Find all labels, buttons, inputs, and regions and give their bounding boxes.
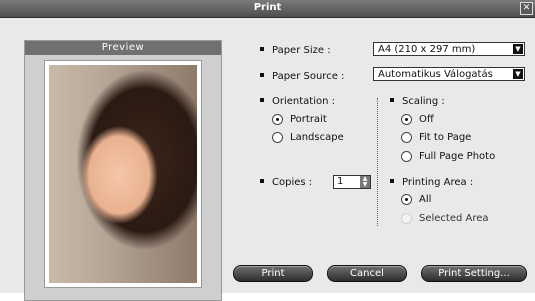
- copies-value: 1: [337, 176, 344, 187]
- bullet-icon: [260, 47, 264, 51]
- print-setting-button[interactable]: Print Setting...: [421, 265, 527, 282]
- bullet-icon: [260, 73, 264, 77]
- bullet-icon: [260, 98, 264, 102]
- title-bar: Print ✕: [0, 0, 535, 18]
- chevron-down-icon[interactable]: ▼: [513, 44, 523, 54]
- close-icon[interactable]: ✕: [520, 2, 533, 15]
- preview-photo: [49, 65, 197, 283]
- bullet-icon: [390, 98, 394, 102]
- preview-header: Preview: [25, 41, 221, 55]
- radio-button[interactable]: [401, 213, 412, 224]
- print-dialog: Print ✕ Preview Paper Size : A4 (210 x 2…: [0, 0, 535, 301]
- preview-page: [44, 60, 202, 288]
- printing-area-label: Printing Area :: [390, 177, 473, 188]
- radio-button[interactable]: [401, 114, 412, 125]
- radio-button[interactable]: [401, 132, 412, 143]
- paper-size-label: Paper Size :: [260, 45, 331, 56]
- paper-size-select[interactable]: A4 (210 x 297 mm) ▼: [373, 42, 525, 56]
- radio-button[interactable]: [272, 114, 283, 125]
- radio-button[interactable]: [401, 151, 412, 162]
- cancel-button[interactable]: Cancel: [327, 265, 407, 282]
- preview-panel: Preview: [24, 40, 222, 301]
- print-button[interactable]: Print: [233, 265, 313, 282]
- dialog-body: Preview Paper Size : A4 (210 x 297 mm) ▼…: [0, 18, 535, 301]
- radio-button[interactable]: [272, 132, 283, 143]
- paper-source-select[interactable]: Automatikus Válogatás ▼: [373, 67, 525, 81]
- bullet-icon: [260, 179, 264, 183]
- radio-button[interactable]: [401, 194, 412, 205]
- paper-source-value: Automatikus Válogatás: [378, 69, 493, 80]
- paper-source-label: Paper Source :: [260, 71, 344, 82]
- copies-label: Copies :: [260, 177, 312, 188]
- chevron-down-icon[interactable]: ▼: [513, 69, 523, 79]
- orientation-label: Orientation :: [260, 96, 335, 107]
- copies-input[interactable]: 1 ▲ ▼: [333, 175, 371, 189]
- paper-size-value: A4 (210 x 297 mm): [378, 44, 476, 55]
- bullet-icon: [390, 179, 394, 183]
- scaling-label: Scaling :: [390, 96, 445, 107]
- dialog-title: Print: [253, 2, 282, 13]
- vertical-divider: [377, 98, 378, 226]
- spinner-arrows-icon[interactable]: ▲ ▼: [360, 176, 370, 188]
